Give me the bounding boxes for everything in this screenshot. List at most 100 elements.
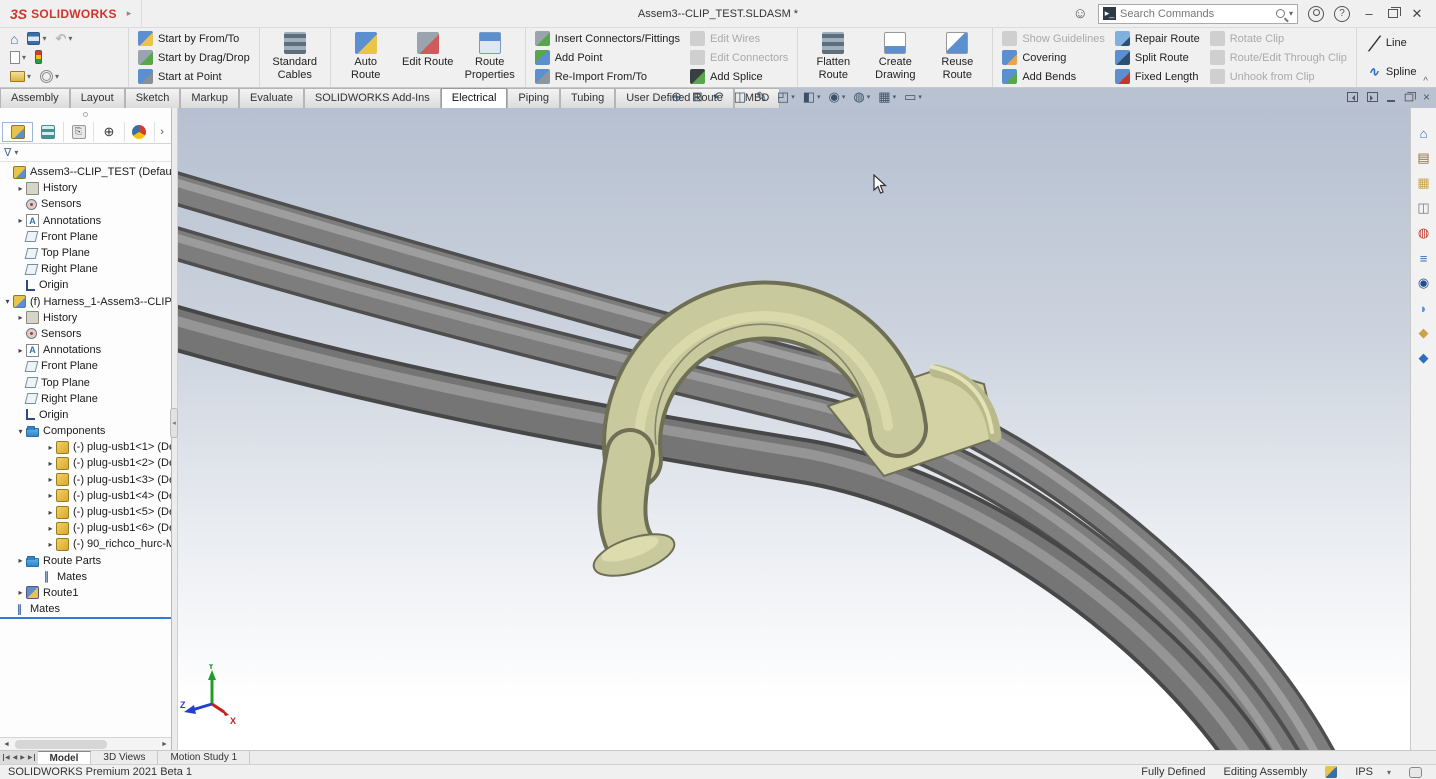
filter-caret-icon[interactable]: ▾ xyxy=(14,148,18,157)
fixed-length-button[interactable]: Fixed Length xyxy=(1110,67,1205,86)
minimize-button[interactable]: – xyxy=(1360,6,1378,21)
tree-item[interactable]: Front Plane xyxy=(15,229,171,245)
graphics-area[interactable]: Y Z X xyxy=(178,108,1410,750)
tree-item[interactable]: Mates xyxy=(29,569,171,585)
tree-item[interactable]: ▾ (f) Harness_1-Assem3--CLIP_TEST xyxy=(2,294,171,310)
hide-show-items-icon[interactable]: ◉▾ xyxy=(826,89,849,105)
tree-item[interactable]: ▸ (-) plug-usb1<3> (Defau xyxy=(45,472,171,488)
view-settings-icon[interactable]: ▭▾ xyxy=(901,89,925,105)
forum-icon[interactable] xyxy=(1414,299,1433,317)
save-icon[interactable] xyxy=(27,32,40,45)
tab-propertymanager[interactable] xyxy=(33,122,63,142)
edit-appearance-icon[interactable]: ◍▾ xyxy=(850,89,873,105)
tree-expand-icon[interactable]: ▸ xyxy=(45,508,56,517)
edit-wires-button[interactable]: Edit Wires xyxy=(685,29,793,48)
ribbon-collapse-icon[interactable]: ^ xyxy=(1423,76,1428,87)
tree-expand-icon[interactable]: ▸ xyxy=(15,184,26,193)
rotate-clip-button[interactable]: Rotate Clip xyxy=(1205,29,1352,48)
previous-view-icon[interactable]: ↶ xyxy=(710,89,729,105)
command-tab[interactable]: Markup xyxy=(180,88,239,108)
units-caret-icon[interactable]: ▾ xyxy=(1387,768,1391,777)
close-document-icon[interactable]: × xyxy=(1423,90,1430,104)
tree-item[interactable]: ▸ Annotations xyxy=(15,342,171,358)
tree-item[interactable]: ▸ (-) 90_richco_hurc-MEDII xyxy=(45,536,171,552)
search-input[interactable] xyxy=(1120,8,1272,20)
reuse-route-button[interactable]: Reuse Route xyxy=(926,29,988,86)
rebuild-stoplight-icon[interactable] xyxy=(35,50,42,64)
model-tab[interactable]: Model xyxy=(38,751,92,764)
search-icon[interactable] xyxy=(1276,9,1285,18)
split-route-button[interactable]: Split Route xyxy=(1110,48,1205,67)
custom-properties-icon[interactable] xyxy=(1414,249,1433,267)
quick-tips-icon[interactable] xyxy=(1409,767,1422,778)
help-icon[interactable]: ? xyxy=(1334,6,1350,22)
command-tab[interactable]: Layout xyxy=(70,88,125,108)
3dexperience-icon[interactable] xyxy=(1414,274,1433,292)
route-edit-through-clip-button[interactable]: Route/Edit Through Clip xyxy=(1205,48,1352,67)
close-button[interactable]: ✕ xyxy=(1408,6,1426,22)
reimport-fromto-button[interactable]: Re-Import From/To xyxy=(530,67,685,86)
dynamic-annotation-views-icon[interactable]: ✎ xyxy=(753,89,772,105)
tree-expand-icon[interactable]: ▸ xyxy=(15,346,26,355)
command-tab[interactable]: SOLIDWORKS Add-Ins xyxy=(304,88,441,108)
tree-item[interactable]: ▸ (-) plug-usb1<4> (Defau xyxy=(45,488,171,504)
zoom-to-area-icon[interactable]: ⊞ xyxy=(689,89,708,105)
spline-button[interactable]: ∿Spline xyxy=(1361,62,1422,81)
panel-resize-dot[interactable] xyxy=(83,112,88,117)
show-guidelines-button[interactable]: Show Guidelines xyxy=(997,29,1110,48)
tree-item[interactable]: Top Plane xyxy=(15,374,171,390)
tree-expand-icon[interactable]: ▾ xyxy=(15,427,26,436)
save-caret-icon[interactable]: ▾ xyxy=(42,34,46,43)
section-view-icon[interactable]: ◫ xyxy=(731,89,751,105)
command-tab[interactable]: Tubing xyxy=(560,88,615,108)
electrical-manager-icon[interactable] xyxy=(1414,324,1433,342)
tree-item[interactable]: ▾ Components xyxy=(15,423,171,439)
model-tab[interactable]: 3D Views xyxy=(91,751,158,764)
tree-item[interactable]: ▸ (-) plug-usb1<6> (Defau xyxy=(45,520,171,536)
tree-expand-icon[interactable]: ▾ xyxy=(2,297,13,306)
undo-caret-icon[interactable]: ▾ xyxy=(68,34,72,43)
search-caret-icon[interactable]: ▾ xyxy=(1289,9,1293,18)
tree-expand-icon[interactable]: ▸ xyxy=(15,588,26,597)
scrollbar-thumb[interactable] xyxy=(15,740,107,749)
command-tab[interactable]: Electrical xyxy=(441,88,508,108)
insert-connectors-fittings-button[interactable]: Insert Connectors/Fittings xyxy=(530,29,685,48)
tree-item[interactable]: ▸ Annotations xyxy=(15,213,171,229)
routing-library-icon[interactable] xyxy=(1414,349,1433,367)
manager-tabs-overflow-icon[interactable]: › xyxy=(155,126,169,138)
tree-item[interactable]: Top Plane xyxy=(15,245,171,261)
tree-item[interactable]: Right Plane xyxy=(15,261,171,277)
tab-featuremanager[interactable] xyxy=(2,122,33,142)
add-bends-button[interactable]: Add Bends xyxy=(997,67,1110,86)
tree-item[interactable]: ▸ (-) plug-usb1<2> (Defau xyxy=(45,455,171,471)
start-at-point-button[interactable]: Start at Point xyxy=(133,67,255,86)
appearances-scenes-icon[interactable] xyxy=(1414,224,1433,242)
restore-button[interactable] xyxy=(1388,9,1398,18)
tree-item[interactable]: ▸ History xyxy=(15,310,171,326)
minimize-document-icon[interactable] xyxy=(1387,100,1395,102)
tree-item[interactable]: Front Plane xyxy=(15,358,171,374)
tree-item[interactable]: Right Plane xyxy=(15,391,171,407)
new-caret-icon[interactable]: ▾ xyxy=(22,53,26,62)
tree-item[interactable]: Sensors xyxy=(15,326,171,342)
zoom-to-fit-icon[interactable]: ⊕ xyxy=(668,89,687,105)
add-point-button[interactable]: Add Point xyxy=(530,48,685,67)
account-icon[interactable] xyxy=(1308,6,1324,22)
search-commands-box[interactable]: ▸_ ▾ xyxy=(1098,4,1298,24)
scroll-right-icon[interactable]: ► xyxy=(158,741,171,748)
next-document-icon[interactable] xyxy=(1367,92,1378,102)
prev-tab-icon[interactable]: ◀ xyxy=(13,754,18,761)
tree-expand-icon[interactable]: ▸ xyxy=(45,540,56,549)
view-orientation-icon[interactable]: ◰▾ xyxy=(774,89,798,105)
previous-document-icon[interactable] xyxy=(1347,92,1358,102)
repair-route-button[interactable]: Repair Route xyxy=(1110,29,1205,48)
tree-expand-icon[interactable]: ▸ xyxy=(15,313,26,322)
create-drawing-button[interactable]: Create Drawing xyxy=(864,29,926,86)
tree-expand-icon[interactable]: ▸ xyxy=(15,556,26,565)
logo-expand-icon[interactable]: ▸ xyxy=(127,8,132,19)
taskpane-home-icon[interactable] xyxy=(1414,124,1433,142)
tree-expand-icon[interactable]: ▸ xyxy=(45,443,56,452)
tree-item[interactable]: Sensors xyxy=(15,196,171,212)
tree-item[interactable]: Assem3--CLIP_TEST (Default<Display xyxy=(2,164,171,180)
tab-displaymanager[interactable] xyxy=(125,122,155,142)
